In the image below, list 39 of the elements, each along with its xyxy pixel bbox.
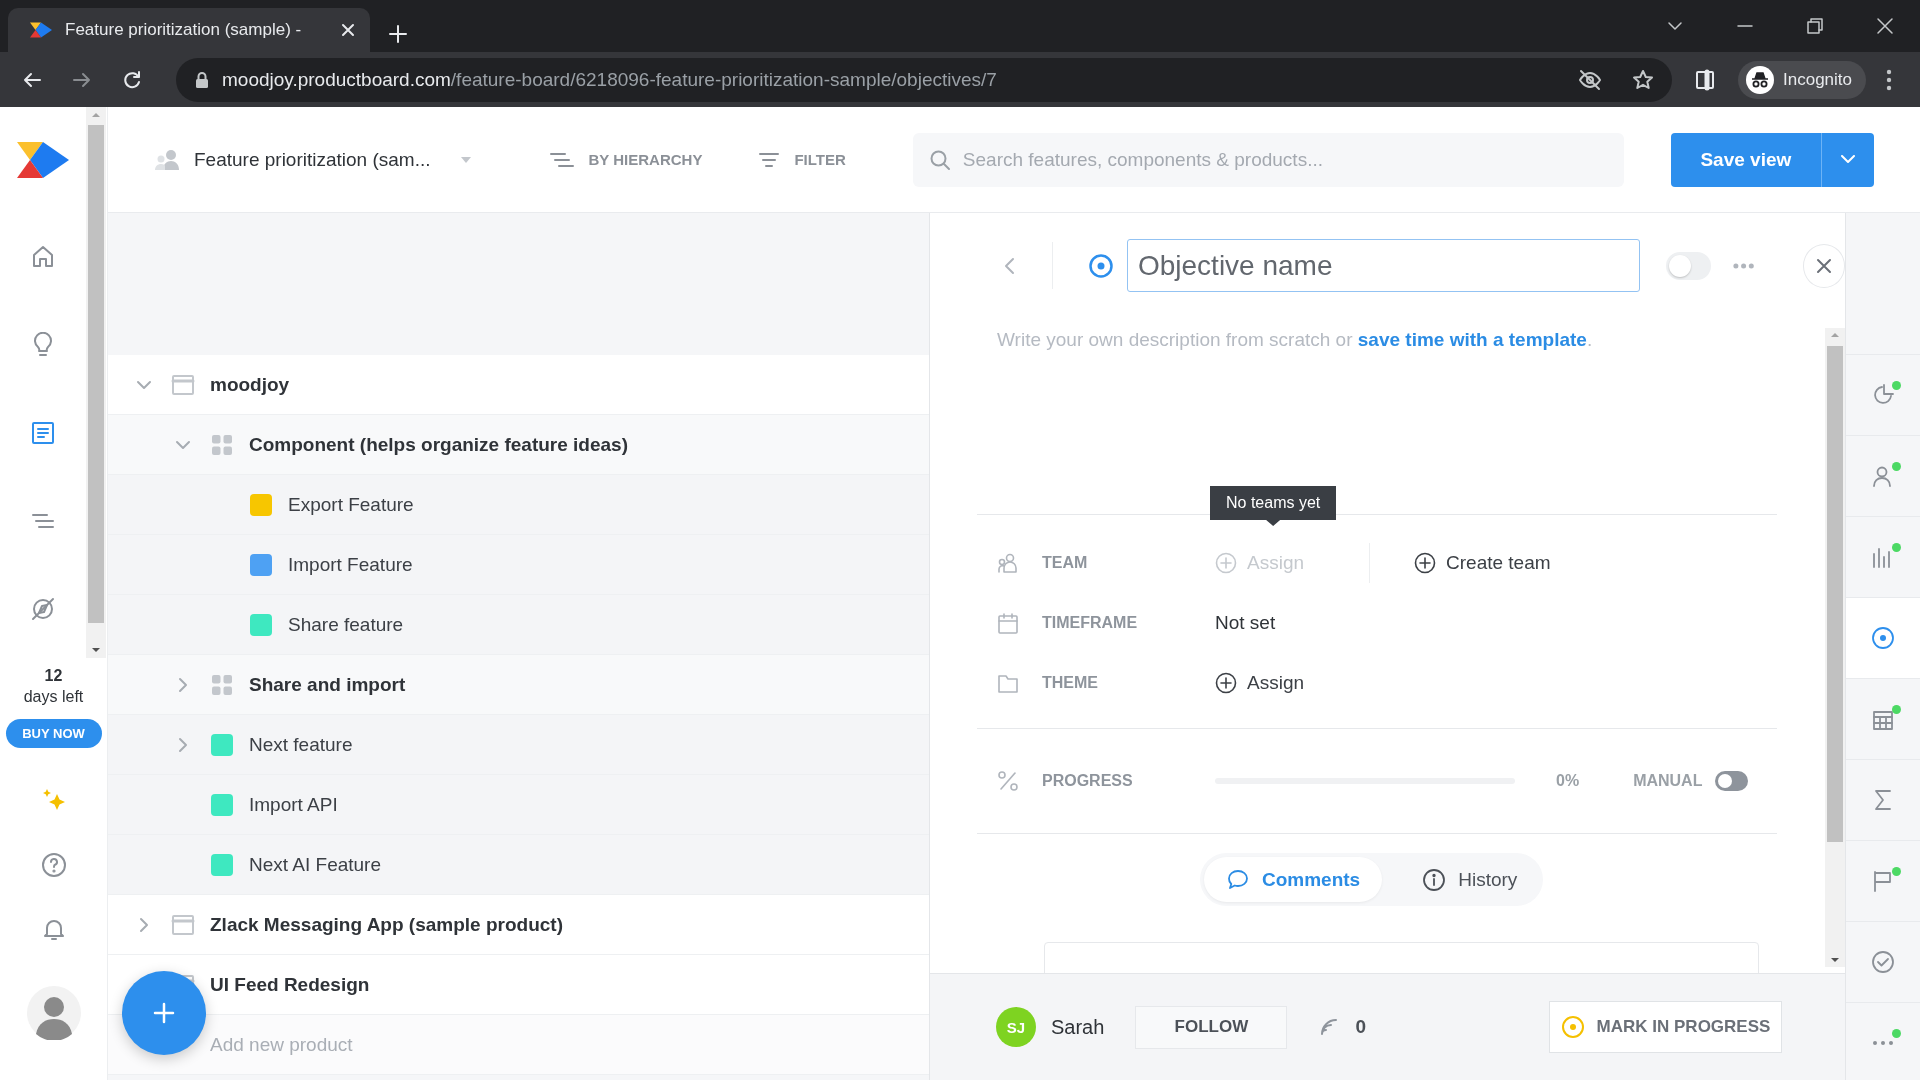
description-placeholder: Write your own description from scratch or save time with a template. (997, 328, 1593, 352)
profile-button[interactable]: Incognito (1738, 60, 1866, 99)
manual-label: MANUAL (1633, 772, 1703, 790)
board-selector[interactable]: Feature prioritization (sam... (155, 147, 472, 172)
objective-name-field[interactable]: Objective name (1126, 239, 1641, 292)
user-avatar: SJ (996, 1007, 1036, 1047)
feature-name[interactable]: Next feature (249, 733, 353, 756)
template-link[interactable]: save time with a template (1357, 329, 1587, 350)
add-product-field[interactable]: Add new product (210, 1033, 610, 1056)
feature-name[interactable]: Export Feature (288, 493, 414, 516)
search-field[interactable]: Search features, components & products... (912, 132, 1624, 187)
field-label: TEAM (1042, 554, 1089, 572)
feature-name[interactable]: Import Feature (288, 553, 413, 576)
trial-label: days left (23, 687, 84, 707)
tab[interactable]: Comments (1204, 857, 1383, 902)
trial-days: 12 (44, 666, 63, 686)
browser-tab[interactable]: Feature prioritization (sample) - (8, 8, 370, 52)
feature-name[interactable]: Next AI Feature (249, 853, 381, 876)
description-field[interactable]: Write your own description from scratch or save time with a template. (977, 318, 1777, 468)
product-name[interactable]: moodjoy (210, 373, 290, 396)
field-label: THEME (1042, 674, 1099, 692)
field-value[interactable]: Not set (1215, 612, 1276, 634)
field-label: PROGRESS (1042, 772, 1134, 790)
assign-button[interactable]: Assign (1215, 672, 1305, 694)
product-name[interactable]: UI Feed Redesign (210, 973, 370, 996)
follow-button[interactable]: FOLLOW (1135, 1005, 1288, 1049)
user-name: Sarah (1051, 1015, 1105, 1039)
field-label: TIMEFRAME (1042, 614, 1139, 632)
tab[interactable]: History (1400, 857, 1540, 902)
product-name[interactable]: Zlack Messaging App (sample product) (210, 913, 563, 936)
address-bar[interactable]: moodjoy.productboard.com/feature-board/6218096-feature-prioritization-sample/objectives/7 (176, 57, 1672, 102)
component-name[interactable]: Share and import (249, 673, 406, 696)
component-name[interactable]: Component (helps organize feature ideas) (249, 433, 628, 456)
tooltip: No teams yet (1210, 486, 1337, 526)
feature-name[interactable]: Import API (249, 793, 338, 816)
progress-reading: 0% (1556, 772, 1580, 790)
mark-in-progress-button[interactable]: MARK IN PROGRESS (1549, 1001, 1782, 1053)
follower-count: 0 (1355, 1016, 1366, 1038)
feature-name[interactable]: Share feature (288, 613, 404, 636)
